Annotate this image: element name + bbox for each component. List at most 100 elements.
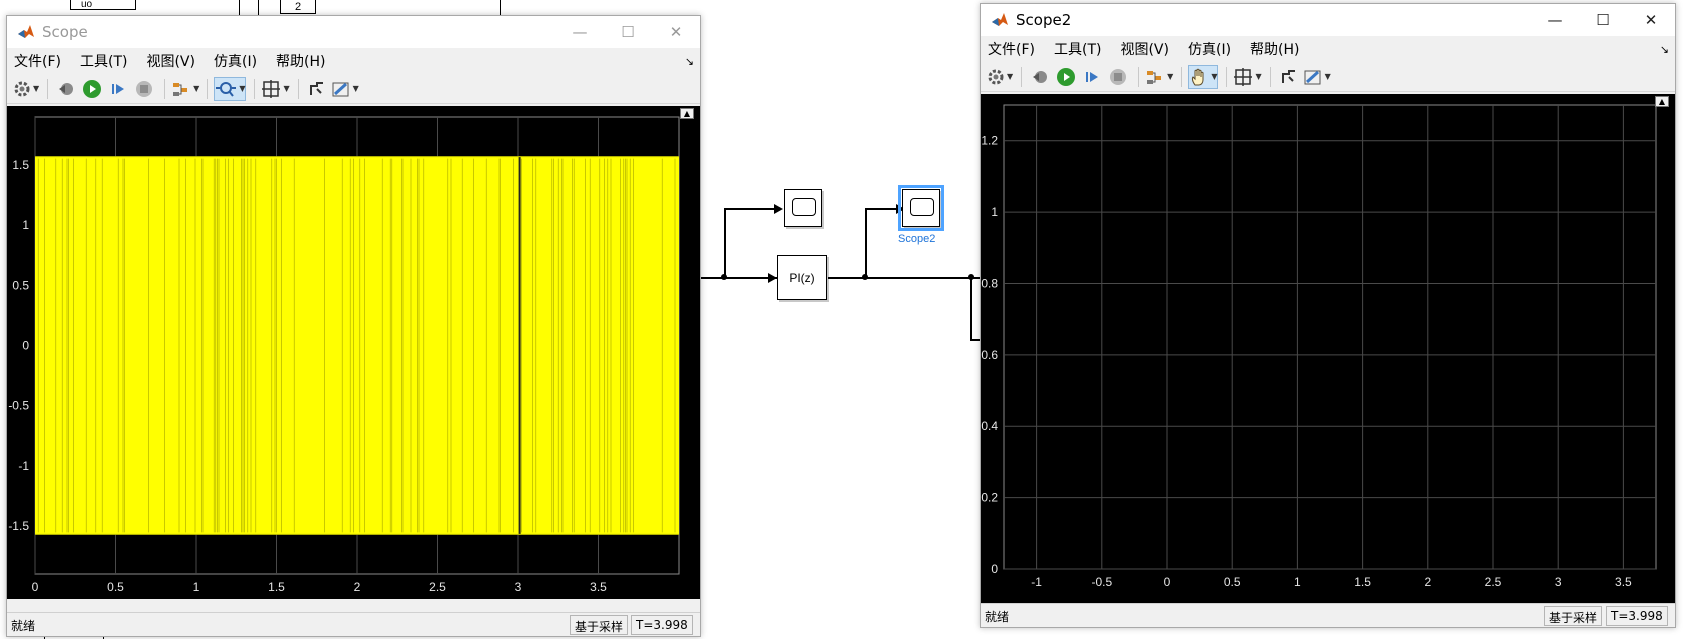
x-tick-label: 0 (32, 580, 39, 594)
autoscale-button[interactable]: ▼ (1233, 65, 1262, 89)
settings-button[interactable]: ▼ (13, 77, 39, 101)
dock-pin-icon[interactable]: ↘ (685, 55, 694, 68)
signal-line (700, 277, 777, 279)
ruler-pencil-icon (332, 82, 349, 96)
menu-file[interactable]: 文件(F) (13, 51, 62, 71)
step-back-icon (1033, 70, 1048, 83)
gear-icon (988, 69, 1004, 84)
sample-mode-label: 基于采样 (1544, 606, 1603, 626)
menu-tools[interactable]: 工具(T) (1053, 39, 1102, 59)
sample-mode-label: 基于采样 (570, 615, 629, 635)
measurements-button[interactable]: ▼ (331, 77, 359, 101)
scope2-plot-area[interactable]: -1 -0.5 0 0.5 1 1.5 2 2.5 3 3.5 1.2 1 0.8 0.6 0.4 0.2 0 … (981, 94, 1675, 603)
status-text: 就绪 (11, 619, 36, 633)
menu-tools[interactable]: 工具(T) (79, 51, 128, 71)
y-tick-label: 0.5 (12, 278, 29, 292)
play-icon (83, 79, 102, 98)
outport-block-uo[interactable]: uo (70, 0, 136, 10)
scope-screen-icon (910, 198, 934, 216)
x-tick-label: 3 (515, 580, 522, 594)
signal-tree-icon (173, 82, 188, 96)
x-tick-label: 0 (1164, 575, 1171, 589)
scope2-window[interactable]: Scope2 — ☐ ✕ 文件(F) 工具(T) 视图(V) 仿真(I) 帮助(… (980, 3, 1676, 628)
title-bar[interactable]: Scope — ☐ ✕ (7, 16, 700, 48)
gain-block[interactable]: 2 (280, 0, 316, 14)
menu-simulation[interactable]: 仿真(I) (1187, 39, 1232, 59)
expand-icon[interactable]: ▲ (1655, 96, 1669, 107)
status-bar: 就绪 基于采样 T=3.998 (981, 603, 1675, 627)
signal-line (970, 339, 980, 341)
y-tick-label: 1.5 (12, 158, 29, 172)
signal-line (865, 208, 897, 210)
autoscale-icon (262, 79, 281, 98)
measurements-button[interactable]: ▼ (1303, 65, 1331, 89)
signal-band (35, 156, 679, 535)
x-tick-label: 1.5 (1354, 575, 1371, 589)
step-forward-button[interactable] (106, 77, 130, 101)
scope2-block[interactable] (898, 185, 944, 231)
x-tick-label: 1 (1294, 575, 1301, 589)
time-readout: T=3.998 (1606, 606, 1668, 626)
close-button[interactable]: ✕ (652, 16, 700, 48)
x-tick-label: 3 (1555, 575, 1562, 589)
maximize-button[interactable]: ☐ (1579, 4, 1627, 36)
x-tick-label: 0.5 (107, 580, 124, 594)
scope2-block-caption[interactable]: Scope2 (898, 233, 935, 245)
signal-line (865, 208, 867, 278)
time-readout: T=3.998 (631, 615, 693, 635)
menu-view[interactable]: 视图(V) (1119, 39, 1170, 59)
scope2-plot-svg[interactable]: -1 -0.5 0 0.5 1 1.5 2 2.5 3 3.5 1.2 1 0.8 0.6 0.4 0.2 0 (981, 94, 1675, 603)
menu-help[interactable]: 帮助(H) (275, 51, 326, 71)
menu-help[interactable]: 帮助(H) (1249, 39, 1300, 59)
scope-plot-area[interactable]: 0 0.5 1 1.5 2 2.5 3 3.5 1.5 1 0.5 0 -0.5 -1 -1.5 ▲ (7, 106, 700, 599)
arrowhead (768, 273, 777, 283)
toolbar: ▼ ▼ ▼ ▼ ▼ (981, 62, 1675, 92)
menu-view[interactable]: 视图(V) (145, 51, 196, 71)
title-bar[interactable]: Scope2 — ☐ ✕ (981, 4, 1675, 36)
close-button[interactable]: ✕ (1627, 4, 1675, 36)
minimize-button[interactable]: — (556, 16, 604, 48)
y-tick-label: 0.4 (981, 419, 998, 433)
gain-label: 2 (294, 0, 302, 13)
x-tick-label: 1 (193, 580, 200, 594)
play-icon (1057, 67, 1076, 86)
scope-plot-svg[interactable]: 0 0.5 1 1.5 2 2.5 3 3.5 1.5 1 0.5 0 -0.5 -1 -1.5 (7, 106, 700, 599)
x-tick-label: 2 (1424, 575, 1431, 589)
signal-line (500, 0, 501, 16)
scope-block[interactable] (784, 189, 822, 227)
minimize-button[interactable]: — (1531, 4, 1579, 36)
pi-controller-block[interactable]: PI(z) (777, 255, 827, 300)
x-tick-label: 0.5 (1224, 575, 1241, 589)
dock-pin-icon[interactable]: ↘ (1660, 43, 1669, 56)
trigger-button[interactable] (305, 77, 329, 101)
stop-button[interactable] (132, 77, 156, 101)
step-back-button[interactable] (1028, 65, 1052, 89)
trigger-button[interactable] (1277, 65, 1301, 89)
step-forward-button[interactable] (1080, 65, 1104, 89)
signal-line (828, 277, 980, 279)
stop-button[interactable] (1106, 65, 1130, 89)
signal-line (258, 0, 259, 16)
zoom-button[interactable]: ▼ (214, 76, 247, 101)
autoscale-button[interactable]: ▼ (261, 77, 290, 101)
run-button[interactable] (80, 77, 104, 101)
menu-simulation[interactable]: 仿真(I) (213, 51, 258, 71)
settings-button[interactable]: ▼ (987, 65, 1013, 89)
pan-button[interactable]: ▼ (1188, 64, 1219, 89)
x-tick-label: 2.5 (1485, 575, 1502, 589)
highlight-button[interactable]: ▼ (1145, 65, 1173, 89)
trigger-icon (1281, 69, 1295, 83)
step-back-button[interactable] (54, 77, 78, 101)
window-title: Scope (42, 23, 88, 41)
menu-file[interactable]: 文件(F) (987, 39, 1036, 59)
matlab-logo-icon (992, 13, 1008, 26)
highlight-button[interactable]: ▼ (171, 77, 199, 101)
expand-icon[interactable]: ▲ (680, 108, 694, 119)
outport-label: uo (81, 0, 93, 10)
signal-line (724, 208, 726, 278)
ruler-pencil-icon (1304, 70, 1321, 84)
run-button[interactable] (1054, 65, 1078, 89)
scope-window[interactable]: Scope — ☐ ✕ 文件(F) 工具(T) 视图(V) 仿真(I) 帮助(H… (6, 15, 701, 637)
maximize-button[interactable]: ☐ (604, 16, 652, 48)
stop-icon (1110, 68, 1127, 85)
